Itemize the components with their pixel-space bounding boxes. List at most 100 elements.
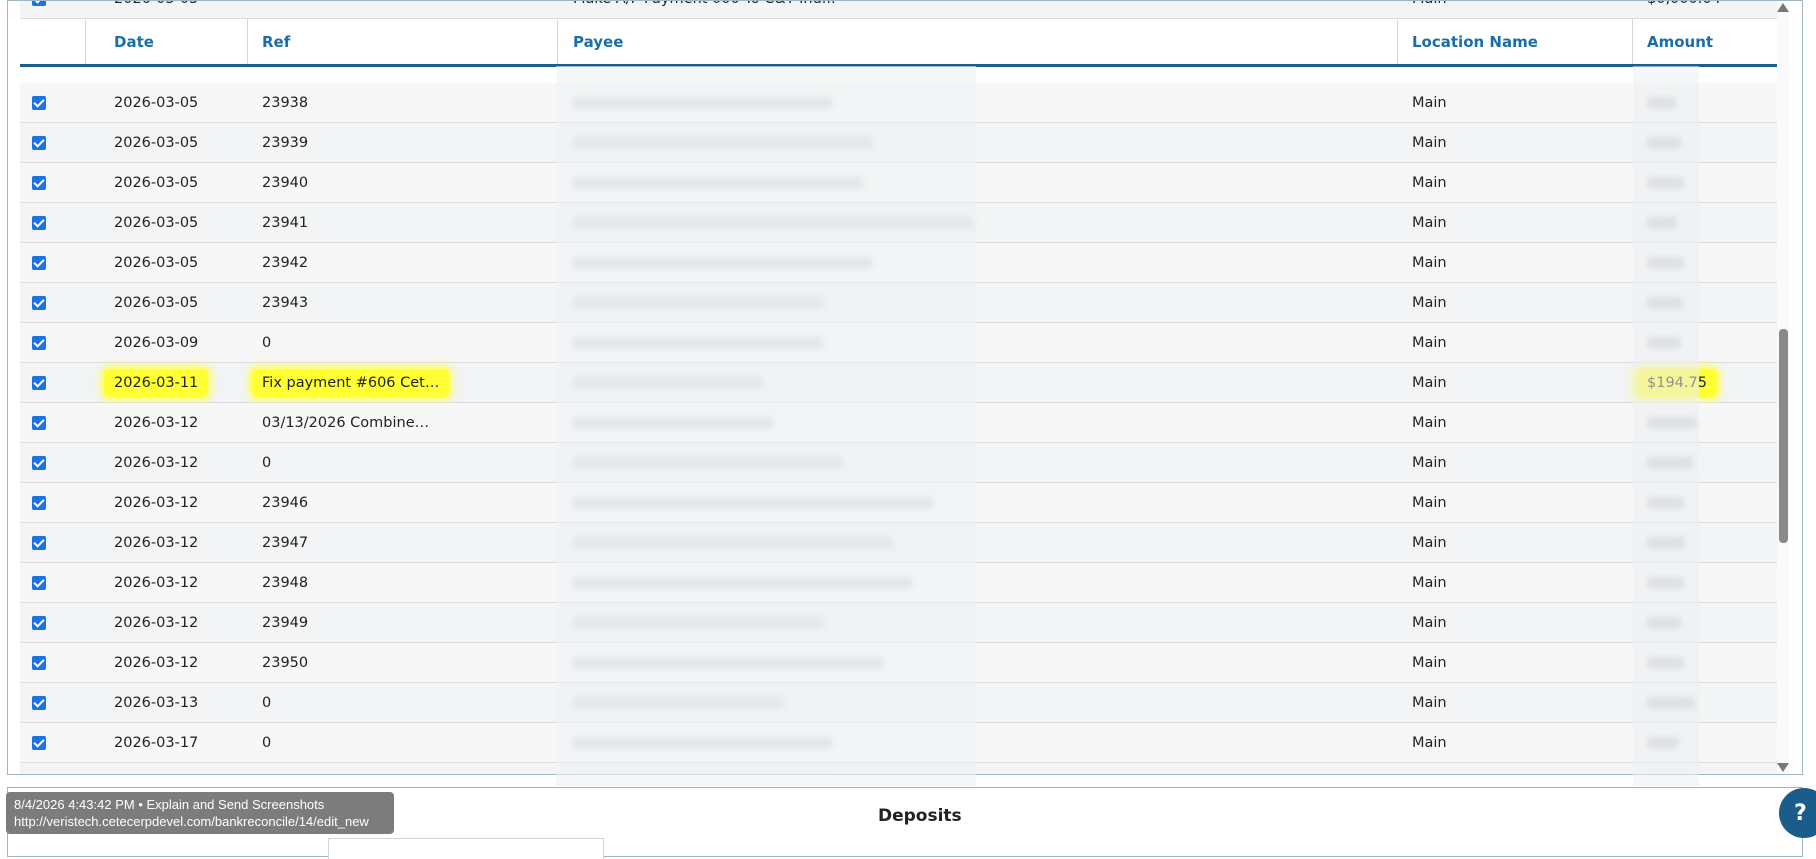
- row-checkbox-cell[interactable]: [20, 363, 85, 402]
- row-checkbox-cell[interactable]: [20, 483, 85, 522]
- table-row[interactable]: 2026-03-05 23939 Main: [20, 123, 1788, 163]
- row-checkbox-cell[interactable]: [20, 443, 85, 482]
- row-checkbox-cell[interactable]: [20, 683, 85, 722]
- row-checkbox[interactable]: [32, 655, 46, 670]
- ref-cell: 23950: [247, 643, 557, 682]
- row-checkbox-cell[interactable]: [20, 323, 85, 362]
- row-checkbox[interactable]: [32, 695, 46, 710]
- row-checkbox[interactable]: [32, 495, 46, 510]
- table-row[interactable]: 2026-03-12 23946 Main: [20, 483, 1788, 523]
- row-checkbox[interactable]: [32, 455, 46, 470]
- col-header-location[interactable]: Location Name: [1397, 19, 1632, 64]
- table-row[interactable]: 2026-03-13 0 Main: [20, 683, 1788, 723]
- row-checkbox-cell[interactable]: [20, 763, 85, 774]
- row-checkbox-cell[interactable]: [20, 283, 85, 322]
- table-row[interactable]: 2026-03-17 0 Main: [20, 723, 1788, 763]
- table-row[interactable]: 2026-03-12 23950 Main: [20, 643, 1788, 683]
- row-checkbox[interactable]: [32, 215, 46, 230]
- ref-cell: 0: [247, 723, 557, 762]
- row-checkbox-cell[interactable]: [20, 563, 85, 602]
- date-cell: 2026-03-05: [85, 283, 247, 322]
- location-cell: Main: [1397, 443, 1632, 482]
- ref-cell: 0: [247, 323, 557, 362]
- amount-cell: [1632, 523, 1788, 562]
- row-checkbox-cell[interactable]: [20, 723, 85, 762]
- payee-cell: [557, 443, 1397, 482]
- row-checkbox[interactable]: [32, 95, 46, 110]
- row-checkbox[interactable]: [32, 135, 46, 150]
- ref-cell: 23941: [247, 203, 557, 242]
- row-checkbox[interactable]: [32, 175, 46, 190]
- scroll-down-arrow-icon[interactable]: [1777, 763, 1789, 772]
- row-checkbox-cell[interactable]: [20, 603, 85, 642]
- ref-text: 23941: [262, 214, 309, 231]
- location-cell: Main: [1397, 483, 1632, 522]
- location-text: Main: [1412, 534, 1447, 551]
- table-row[interactable]: 2026-03-12 23948 Main: [20, 563, 1788, 603]
- row-checkbox-cell[interactable]: [20, 83, 85, 122]
- table-row[interactable]: 2026-03-12 23949 Main: [20, 603, 1788, 643]
- date-text: 2026-03-11: [104, 368, 209, 397]
- col-header-amount[interactable]: Amount: [1632, 19, 1788, 64]
- row-checkbox[interactable]: [32, 415, 46, 430]
- date-cell: 2026-03-05: [85, 123, 247, 162]
- row-checkbox-cell[interactable]: [20, 643, 85, 682]
- scroll-thumb[interactable]: [1779, 329, 1788, 543]
- table-row-partial-top[interactable]: 2026-03-05 Make A/P Payment 000 To C&Y I…: [20, 1, 1788, 19]
- row-checkbox[interactable]: [32, 375, 46, 390]
- table-row[interactable]: 2026-03-05 23942 Main: [20, 243, 1788, 283]
- table-row[interactable]: 2026-03-12 0 Main: [20, 443, 1788, 483]
- amount-cell: [1632, 323, 1788, 362]
- location-cell: Main: [1397, 1, 1632, 18]
- ref-text: 23939: [262, 134, 309, 151]
- row-checkbox[interactable]: [32, 615, 46, 630]
- table-row[interactable]: 2026-03-05 23940 Main: [20, 163, 1788, 203]
- row-checkbox[interactable]: [32, 335, 46, 350]
- vertical-scrollbar[interactable]: [1777, 1, 1789, 774]
- ref-cell: 23939: [247, 123, 557, 162]
- location-cell: Main: [1397, 683, 1632, 722]
- location-cell: Main: [1397, 123, 1632, 162]
- row-checkbox-cell[interactable]: [20, 163, 85, 202]
- amount-text: $194.75: [1637, 368, 1717, 397]
- location-text: Main: [1412, 214, 1447, 231]
- table-row[interactable]: 2026-03-09 0 Main: [20, 323, 1788, 363]
- payee-cell: [557, 123, 1397, 162]
- row-checkbox[interactable]: [32, 575, 46, 590]
- deposits-filter-input[interactable]: [328, 838, 604, 859]
- table-row[interactable]: 2026-03-05 23943 Main: [20, 283, 1788, 323]
- table-row[interactable]: 2026-03-18 0 Main: [20, 763, 1788, 774]
- row-checkbox[interactable]: [32, 1, 46, 6]
- col-header-ref[interactable]: Ref: [247, 19, 557, 64]
- row-checkbox-cell[interactable]: [20, 403, 85, 442]
- col-header-date[interactable]: Date: [85, 19, 247, 64]
- row-checkbox-cell[interactable]: [20, 1, 85, 18]
- ref-cell: 0: [247, 763, 557, 774]
- payee-cell: [557, 683, 1397, 722]
- row-checkbox-cell[interactable]: [20, 123, 85, 162]
- row-checkbox[interactable]: [32, 295, 46, 310]
- row-checkbox-cell[interactable]: [20, 203, 85, 242]
- redacted-amount: [1647, 536, 1685, 549]
- row-checkbox[interactable]: [32, 735, 46, 750]
- table-row[interactable]: 2026-03-05 23938 Main: [20, 83, 1788, 123]
- date-cell: 2026-03-12: [85, 603, 247, 642]
- ref-text: 0: [262, 454, 272, 471]
- ref-text: 23942: [262, 254, 309, 271]
- row-checkbox[interactable]: [32, 255, 46, 270]
- payee-cell: [557, 563, 1397, 602]
- amount-cell: [1632, 603, 1788, 642]
- row-checkbox-cell[interactable]: [20, 523, 85, 562]
- row-checkbox-cell[interactable]: [20, 243, 85, 282]
- table-row[interactable]: 2026-03-11 Fix payment #606 Cet… Main $194.…: [20, 363, 1788, 403]
- ref-text: 23943: [262, 294, 309, 311]
- table-row[interactable]: 2026-03-12 03/13/2026 Combine… Main: [20, 403, 1788, 443]
- tooltip-timestamp: 8/4/2026 4:43:42 PM • Explain and Send S…: [14, 797, 325, 812]
- scroll-up-arrow-icon[interactable]: [1777, 3, 1789, 12]
- table-row[interactable]: 2026-03-12 23947 Main: [20, 523, 1788, 563]
- row-checkbox[interactable]: [32, 535, 46, 550]
- location-cell: Main: [1397, 83, 1632, 122]
- table-row[interactable]: 2026-03-05 23941 Main: [20, 203, 1788, 243]
- col-header-payee[interactable]: Payee: [557, 19, 1397, 64]
- date-text: 2026-03-05: [114, 94, 199, 111]
